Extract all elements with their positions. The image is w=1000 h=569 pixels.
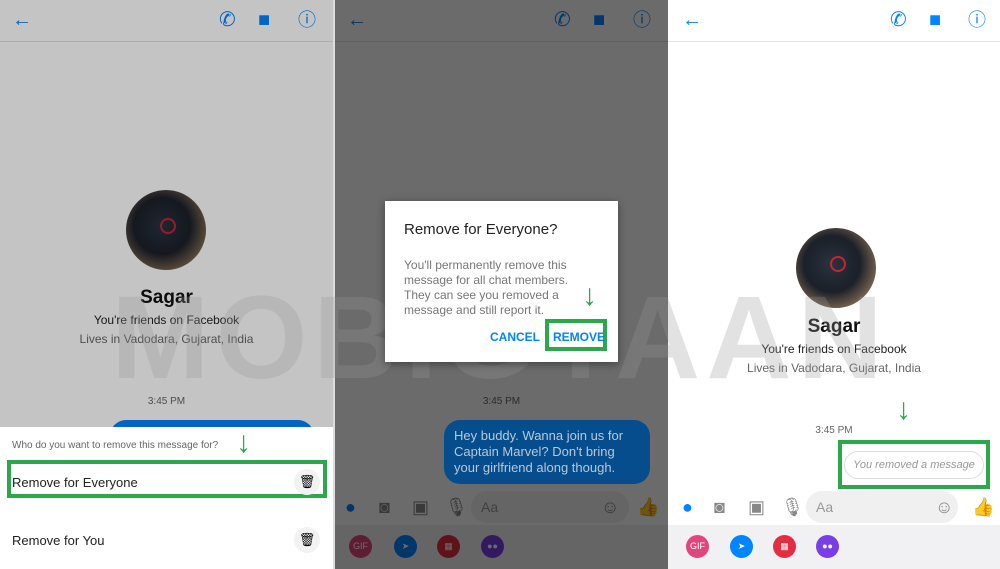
info-icon[interactable]: ⓘ bbox=[968, 10, 986, 30]
location: Lives in Vadodara, Gujarat, India bbox=[747, 361, 921, 375]
screen-message-removed: ← ✆ ■ ⓘ Sagar You're friends on Facebook… bbox=[668, 0, 1000, 569]
video-camera-icon[interactable]: ■ bbox=[929, 10, 941, 30]
image-icon[interactable]: ▣ bbox=[748, 497, 765, 518]
timestamp: 3:45 PM bbox=[815, 425, 853, 436]
like-icon[interactable]: 👍 bbox=[972, 497, 994, 518]
composer: ● ◙ ▣ 🎙 Aa ☺ 👍 bbox=[668, 487, 1000, 527]
trash-icon[interactable]: 🗑 bbox=[294, 469, 320, 495]
quick-actions-tray: GIF ➤ ▦ ●● bbox=[668, 525, 1000, 569]
gif-icon[interactable]: GIF bbox=[686, 535, 709, 558]
microphone-icon[interactable]: 🎙 bbox=[781, 497, 804, 518]
chat-header: ← ✆ ■ ⓘ bbox=[668, 0, 1000, 42]
arrow-down-icon: ↓ bbox=[236, 426, 251, 459]
cancel-button[interactable]: CANCEL bbox=[490, 330, 540, 344]
dialog-body: You'll permanently remove this message f… bbox=[404, 258, 569, 317]
screen-remove-options: ← ✆ ■ ⓘ Sagar You're friends on Facebook… bbox=[0, 0, 333, 569]
dialog-title: Remove for Everyone? bbox=[404, 221, 558, 238]
more-icon[interactable]: ● bbox=[682, 497, 693, 518]
back-arrow-icon[interactable]: ← bbox=[682, 10, 702, 30]
friends-status: You're friends on Facebook bbox=[761, 342, 907, 356]
emoji-icon[interactable]: ☺ bbox=[935, 497, 953, 518]
location-icon[interactable]: ➤ bbox=[730, 535, 753, 558]
calendar-icon[interactable]: ▦ bbox=[773, 535, 796, 558]
remove-button[interactable]: REMOVE bbox=[553, 330, 605, 344]
arrow-down-icon: ↓ bbox=[582, 279, 597, 312]
phone-icon[interactable]: ✆ bbox=[890, 10, 907, 30]
screen-confirm-dialog: ← ✆ ■ ⓘ 3:45 PM ● ◙ ▣ 🎙 Aa ☺ 👍 GIF ➤ ▦ ●… bbox=[335, 0, 668, 569]
games-icon[interactable]: ●● bbox=[816, 535, 839, 558]
option-remove-you[interactable]: Remove for You bbox=[12, 533, 105, 548]
removed-message-bubble[interactable]: You removed a message bbox=[844, 451, 984, 479]
trash-icon[interactable]: 🗑 bbox=[294, 527, 320, 553]
bottom-sheet: Who do you want to remove this message f… bbox=[0, 427, 333, 569]
arrow-down-icon: ↓ bbox=[896, 393, 911, 426]
camera-icon[interactable]: ◙ bbox=[714, 497, 725, 518]
option-remove-everyone[interactable]: Remove for Everyone bbox=[12, 475, 138, 490]
sheet-question: Who do you want to remove this message f… bbox=[12, 440, 219, 451]
message-bubble[interactable]: Hey buddy. Wanna join us for Captain Mar… bbox=[444, 420, 650, 484]
avatar bbox=[796, 228, 876, 308]
profile-name: Sagar bbox=[807, 316, 861, 337]
